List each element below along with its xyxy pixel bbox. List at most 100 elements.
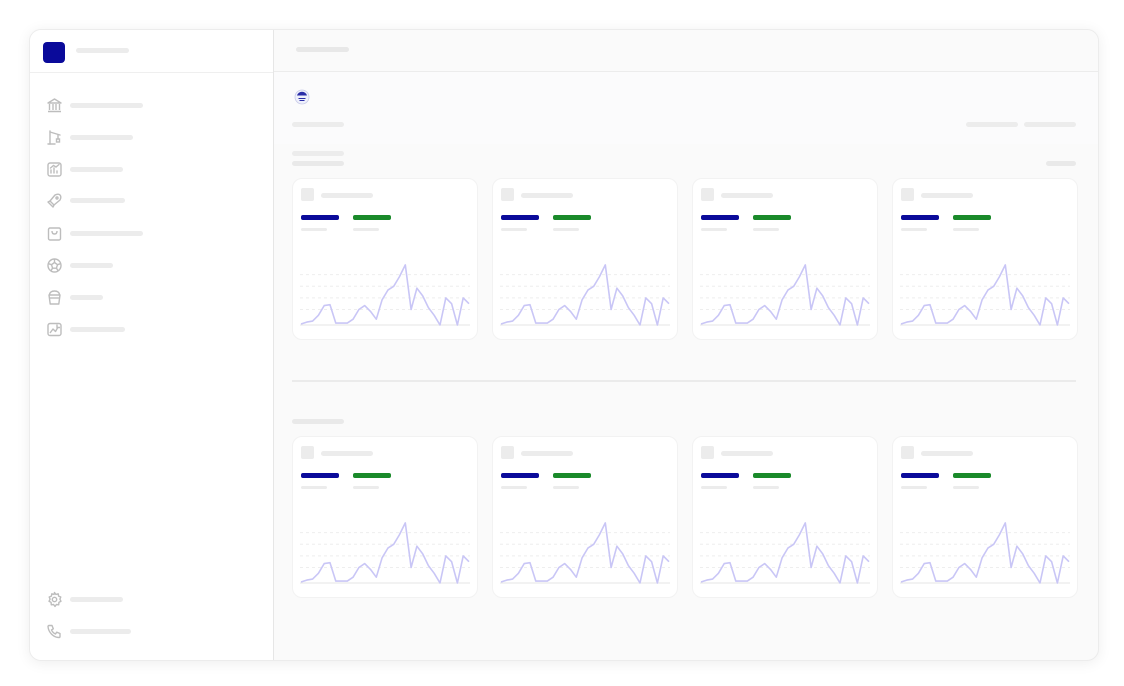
primary-metric-label <box>701 486 727 489</box>
metric-card[interactable] <box>492 436 678 598</box>
metric-card[interactable] <box>692 178 878 340</box>
card-title-placeholder <box>921 193 973 198</box>
primary-metric-bar <box>701 473 739 478</box>
sidebar-item-bank[interactable] <box>30 91 273 119</box>
card-title-placeholder <box>521 451 573 456</box>
section-1-link[interactable] <box>1046 161 1076 166</box>
header-action-1[interactable] <box>966 122 1018 127</box>
crane-icon <box>46 129 63 146</box>
sidebar-item-shop[interactable] <box>30 219 273 247</box>
sidebar-item-gallery[interactable] <box>30 315 273 343</box>
primary-metric-bar <box>501 473 539 478</box>
primary-metric-label <box>701 228 727 231</box>
secondary-metric-bar <box>353 215 391 220</box>
secondary-metric-label <box>753 486 779 489</box>
card-icon-placeholder <box>901 188 914 201</box>
metric-card[interactable] <box>892 178 1078 340</box>
card-title-placeholder <box>521 193 573 198</box>
secondary-metric-label <box>953 486 979 489</box>
card-icon-placeholder <box>301 446 314 459</box>
page-header <box>274 72 1098 156</box>
soccer-ball-icon <box>46 257 63 274</box>
metric-card[interactable] <box>292 178 478 340</box>
sidebar-item-label <box>70 231 143 236</box>
shopping-bag-icon <box>46 225 63 242</box>
secondary-metric-label <box>553 228 579 231</box>
secondary-metric-label <box>353 228 379 231</box>
section-divider <box>292 380 1076 382</box>
bank-icon <box>46 97 63 114</box>
sidebar <box>30 30 274 660</box>
sparkline-chart <box>900 264 1070 326</box>
secondary-metric-bar <box>953 473 991 478</box>
primary-metric-bar <box>901 215 939 220</box>
card-icon-placeholder <box>501 188 514 201</box>
page-title <box>292 151 344 156</box>
primary-metric-label <box>301 486 327 489</box>
image-chart-icon <box>46 321 63 338</box>
sidebar-item-label <box>70 597 123 602</box>
page-title <box>292 122 344 127</box>
metric-card[interactable] <box>292 436 478 598</box>
main-content <box>274 30 1098 660</box>
metric-card[interactable] <box>492 178 678 340</box>
sidebar-item-label <box>70 327 125 332</box>
secondary-metric-bar <box>353 473 391 478</box>
sidebar-item-label <box>70 198 125 203</box>
sidebar-item-analytics[interactable] <box>30 155 273 183</box>
top-bar <box>274 30 1098 72</box>
primary-metric-label <box>501 228 527 231</box>
sparkline-series <box>900 264 1070 326</box>
sidebar-item-contact[interactable] <box>30 617 273 645</box>
sparkline-series <box>700 264 870 326</box>
sparkline-chart <box>500 264 670 326</box>
secondary-metric-label <box>953 228 979 231</box>
sidebar-item-label <box>70 135 133 140</box>
chart-box-icon <box>46 161 63 178</box>
sidebar-item-settings[interactable] <box>30 585 273 613</box>
primary-metric-label <box>501 486 527 489</box>
card-icon-placeholder <box>501 446 514 459</box>
sparkline-chart <box>700 522 870 584</box>
sidebar-item-label <box>70 167 123 172</box>
card-title-placeholder <box>321 451 373 456</box>
primary-metric-bar <box>501 215 539 220</box>
card-title-placeholder <box>921 451 973 456</box>
primary-metric-bar <box>301 215 339 220</box>
sidebar-item-label <box>70 103 143 108</box>
primary-metric-label <box>901 486 927 489</box>
globe-icon <box>294 89 310 105</box>
secondary-metric-bar <box>553 473 591 478</box>
secondary-metric-bar <box>753 215 791 220</box>
metric-card[interactable] <box>892 436 1078 598</box>
primary-metric-bar <box>901 473 939 478</box>
secondary-metric-label <box>353 486 379 489</box>
sidebar-item-launch[interactable] <box>30 186 273 214</box>
secondary-metric-bar <box>953 215 991 220</box>
secondary-metric-bar <box>753 473 791 478</box>
phone-icon <box>46 623 63 640</box>
sidebar-item-crane[interactable] <box>30 123 273 151</box>
breadcrumb[interactable] <box>296 47 349 52</box>
metric-card[interactable] <box>692 436 878 598</box>
sidebar-item-label <box>70 263 113 268</box>
card-icon-placeholder <box>301 188 314 201</box>
sidebar-item-sports[interactable] <box>30 251 273 279</box>
header-action-2[interactable] <box>1024 122 1076 127</box>
sparkline-series <box>500 264 670 326</box>
rocket-icon <box>46 192 63 209</box>
sidebar-item-storage[interactable] <box>30 283 273 311</box>
app-logo[interactable] <box>43 42 65 63</box>
sparkline-chart <box>500 522 670 584</box>
primary-metric-bar <box>701 215 739 220</box>
primary-metric-bar <box>301 473 339 478</box>
sparkline-chart <box>300 522 470 584</box>
sidebar-item-label <box>70 295 103 300</box>
sparkline-series <box>300 264 470 326</box>
sidebar-header <box>30 30 273 73</box>
primary-metric-label <box>301 228 327 231</box>
sparkline-series <box>700 522 870 584</box>
secondary-metric-label <box>553 486 579 489</box>
bucket-icon <box>46 289 63 306</box>
primary-metric-label <box>901 228 927 231</box>
